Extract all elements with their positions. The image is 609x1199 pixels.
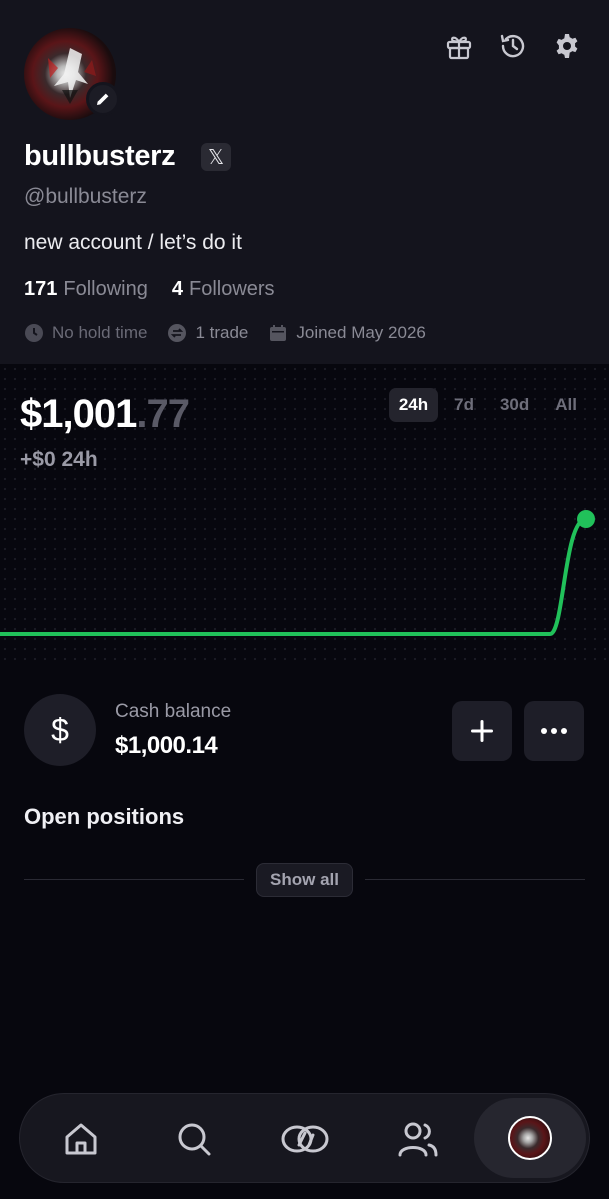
gift-icon <box>446 36 472 60</box>
history-button[interactable] <box>497 30 529 62</box>
user-handle: @bullbusterz <box>24 185 147 208</box>
cash-balance-label: Cash balance <box>115 701 232 722</box>
history-icon <box>500 34 525 58</box>
users-icon <box>398 1122 438 1157</box>
nav-profile[interactable] <box>474 1098 586 1178</box>
nav-trade[interactable] <box>259 1094 351 1184</box>
display-name: bullbusterz <box>24 140 176 172</box>
trades-meta: 1 trade <box>167 323 248 343</box>
nav-profile-avatar <box>508 1116 552 1160</box>
more-options-button[interactable] <box>524 701 584 761</box>
gift-button[interactable] <box>443 30 475 62</box>
follow-stats: 171 Following 4 Followers <box>24 278 275 301</box>
followers-label: Followers <box>188 278 275 300</box>
divider-left <box>24 879 244 880</box>
following-stat[interactable]: 171 Following <box>24 278 148 301</box>
show-all-button[interactable]: Show all <box>256 863 353 897</box>
cash-balance-value: $1,000.14 <box>115 732 218 759</box>
more-horizontal-icon <box>541 728 567 734</box>
gear-icon <box>556 34 578 58</box>
joined-text: Joined May 2026 <box>296 323 426 342</box>
followers-count: 4 <box>171 278 183 300</box>
dollar-icon: $ <box>24 694 96 766</box>
following-label: Following <box>63 278 148 300</box>
search-icon <box>178 1123 211 1156</box>
trades-text: 1 trade <box>195 323 249 342</box>
portfolio-series-line <box>0 517 588 636</box>
edit-avatar-button[interactable] <box>86 82 120 116</box>
user-bio: new account / let’s do it <box>24 231 242 254</box>
hold-time-meta: No hold time <box>24 323 147 343</box>
coins-icon <box>281 1125 329 1153</box>
x-link-badge[interactable]: 𝕏 <box>201 143 231 171</box>
plus-icon <box>471 720 493 742</box>
following-count: 171 <box>24 278 58 300</box>
home-icon <box>65 1123 97 1155</box>
nav-social[interactable] <box>372 1094 464 1184</box>
settings-button[interactable] <box>551 30 583 62</box>
latest-value-point <box>577 510 595 528</box>
followers-stat[interactable]: 4 Followers <box>172 278 275 301</box>
swap-icon <box>168 324 187 342</box>
open-positions-title: Open positions <box>24 804 185 829</box>
joined-meta: Joined May 2026 <box>268 323 426 343</box>
bottom-nav <box>19 1093 590 1183</box>
header-actions <box>443 30 583 62</box>
profile-meta: No hold time 1 trade Joined May 2026 <box>24 323 426 343</box>
nav-search[interactable] <box>148 1094 240 1184</box>
add-funds-button[interactable] <box>452 701 512 761</box>
nav-home[interactable] <box>35 1094 127 1184</box>
clock-icon <box>25 324 43 342</box>
hold-time-text: No hold time <box>52 323 148 342</box>
portfolio-line-chart <box>0 510 595 636</box>
calendar-icon <box>270 325 287 341</box>
pencil-icon <box>97 93 109 105</box>
divider-right <box>365 879 585 880</box>
